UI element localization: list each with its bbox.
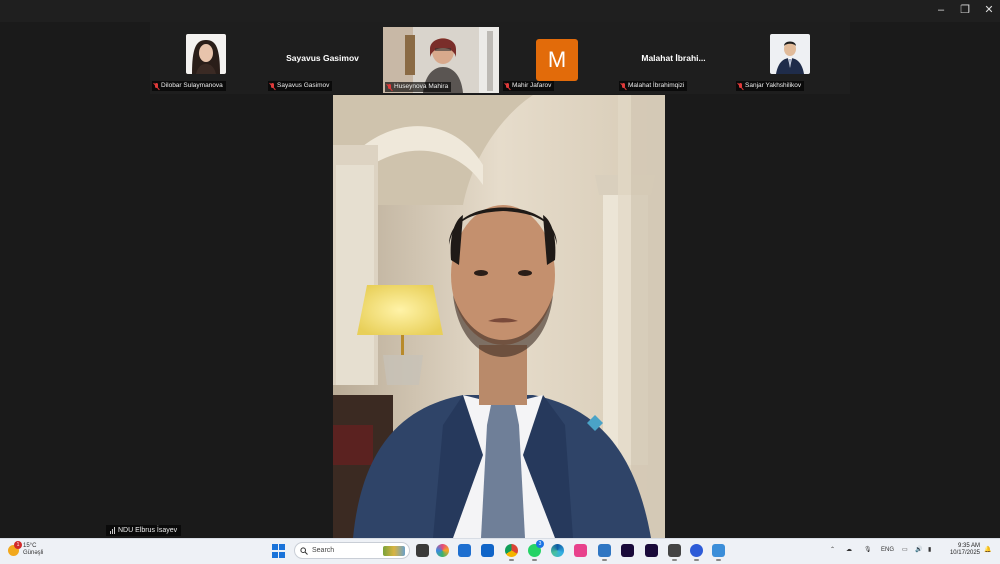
microsoft-store-icon[interactable] bbox=[458, 544, 471, 557]
copilot-icon[interactable] bbox=[436, 544, 449, 557]
whatsapp-badge: 3 bbox=[536, 540, 544, 548]
participant-name: Dilobar Sulaymanova bbox=[161, 82, 223, 89]
notification-badge: 1 bbox=[14, 540, 22, 549]
search-icon bbox=[300, 546, 308, 555]
mic-muted-icon bbox=[270, 82, 275, 90]
photos-icon[interactable] bbox=[574, 544, 587, 557]
speaker-video-frame bbox=[333, 95, 665, 538]
premiere-pro-2-icon[interactable] bbox=[645, 544, 658, 557]
search-highlight-icon bbox=[383, 545, 405, 556]
weather-condition: Günəşli bbox=[23, 550, 44, 556]
battery-icon[interactable]: ▮ bbox=[928, 544, 931, 556]
zoom-icon[interactable] bbox=[690, 544, 703, 561]
close-button[interactable]: ✕ bbox=[976, 0, 1000, 20]
participant-tile[interactable]: M Mahir Jafarov bbox=[501, 27, 614, 92]
outlook-icon[interactable] bbox=[481, 544, 494, 557]
notifications-icon[interactable]: 🔔 bbox=[984, 544, 991, 556]
participant-name: Mahir Jafarov bbox=[512, 82, 552, 89]
participant-label: Dilobar Sulaymanova bbox=[152, 81, 226, 91]
participant-name: Malahat İbrahimqizi bbox=[628, 82, 685, 89]
participant-label: Sanjar Yakhshilikov bbox=[736, 81, 805, 91]
mic-muted-icon bbox=[387, 83, 392, 91]
participant-label: Sayavus Gasimov bbox=[268, 81, 333, 91]
clock-time: 9:35 AM bbox=[957, 543, 980, 549]
main-speaker-name: NDU Elbrus İsayev bbox=[118, 527, 178, 534]
participant-name: Huseynova Mahira bbox=[394, 83, 449, 90]
main-speaker-video[interactable] bbox=[333, 95, 665, 538]
restore-button[interactable]: ❐ bbox=[952, 0, 978, 20]
participant-photo bbox=[186, 34, 226, 74]
mic-muted-icon bbox=[738, 82, 743, 90]
premiere-pro-icon[interactable] bbox=[621, 544, 634, 557]
edge-icon[interactable] bbox=[551, 544, 564, 557]
volume-icon[interactable]: 🔊 bbox=[915, 544, 922, 556]
microphone-icon[interactable]: 🎙 bbox=[864, 544, 872, 556]
signal-strength-icon bbox=[110, 527, 115, 534]
participant-name: Sanjar Yakhshilikov bbox=[745, 82, 802, 89]
photo-viewer-icon[interactable] bbox=[598, 544, 611, 561]
participant-label: Mahir Jafarov bbox=[503, 81, 555, 91]
mic-muted-icon bbox=[505, 82, 510, 90]
snipping-tool-icon[interactable] bbox=[668, 544, 681, 561]
taskbar-clock[interactable]: 9:35 AM 10/17/2025 bbox=[944, 543, 980, 557]
windows-taskbar: 1 15°C Günəşli Search 3 ⌃ ☁ 🎙 ENG ▭ 🔊 ▮ … bbox=[0, 538, 1000, 564]
mic-muted-icon bbox=[621, 82, 626, 90]
task-view-icon[interactable] bbox=[416, 544, 429, 557]
language-indicator[interactable]: ENG bbox=[881, 544, 894, 556]
sun-icon: 1 bbox=[8, 540, 22, 556]
participant-tile[interactable]: Huseynova Mahira bbox=[383, 27, 499, 93]
chevron-up-icon[interactable]: ⌃ bbox=[830, 544, 835, 556]
participant-initial-avatar: M bbox=[536, 39, 578, 81]
participant-name: Sayavus Gasimov bbox=[277, 82, 330, 89]
participant-tile[interactable]: Malahat İbrahi... Malahat İbrahimqizi bbox=[617, 27, 730, 92]
main-speaker-label: NDU Elbrus İsayev bbox=[106, 525, 182, 536]
participant-display-name: Sayavus Gasimov bbox=[286, 53, 359, 63]
whatsapp-icon[interactable]: 3 bbox=[528, 540, 544, 561]
minimize-button[interactable]: – bbox=[928, 0, 954, 20]
participant-tile[interactable]: Dilobar Sulaymanova bbox=[150, 27, 263, 92]
screen-share-icon[interactable] bbox=[712, 544, 725, 561]
participant-label: Huseynova Mahira bbox=[385, 82, 452, 92]
participant-tile[interactable]: Sanjar Yakhshilikov bbox=[734, 27, 847, 92]
window-titlebar: – ❐ ✕ bbox=[0, 0, 1000, 22]
participant-tile[interactable]: Sayavus Gasimov Sayavus Gasimov bbox=[266, 27, 379, 92]
weather-widget[interactable]: 1 15°C Günəşli bbox=[8, 540, 44, 557]
participant-display-name: Malahat İbrahi... bbox=[641, 53, 706, 63]
display-icon[interactable]: ▭ bbox=[902, 544, 908, 556]
taskbar-search-box[interactable]: Search bbox=[294, 542, 410, 559]
windows-start-icon[interactable] bbox=[272, 544, 286, 558]
chrome-icon[interactable] bbox=[505, 544, 518, 561]
meeting-stage: Dilobar Sulaymanova Sayavus Gasimov Saya… bbox=[0, 22, 1000, 538]
onedrive-icon[interactable]: ☁ bbox=[846, 544, 852, 556]
participant-label: Malahat İbrahimqizi bbox=[619, 81, 688, 91]
participant-photo bbox=[770, 34, 810, 74]
weather-temperature: 15°C bbox=[23, 543, 37, 549]
search-placeholder: Search bbox=[312, 547, 335, 554]
mic-muted-icon bbox=[154, 82, 159, 90]
clock-date: 10/17/2025 bbox=[949, 550, 980, 556]
